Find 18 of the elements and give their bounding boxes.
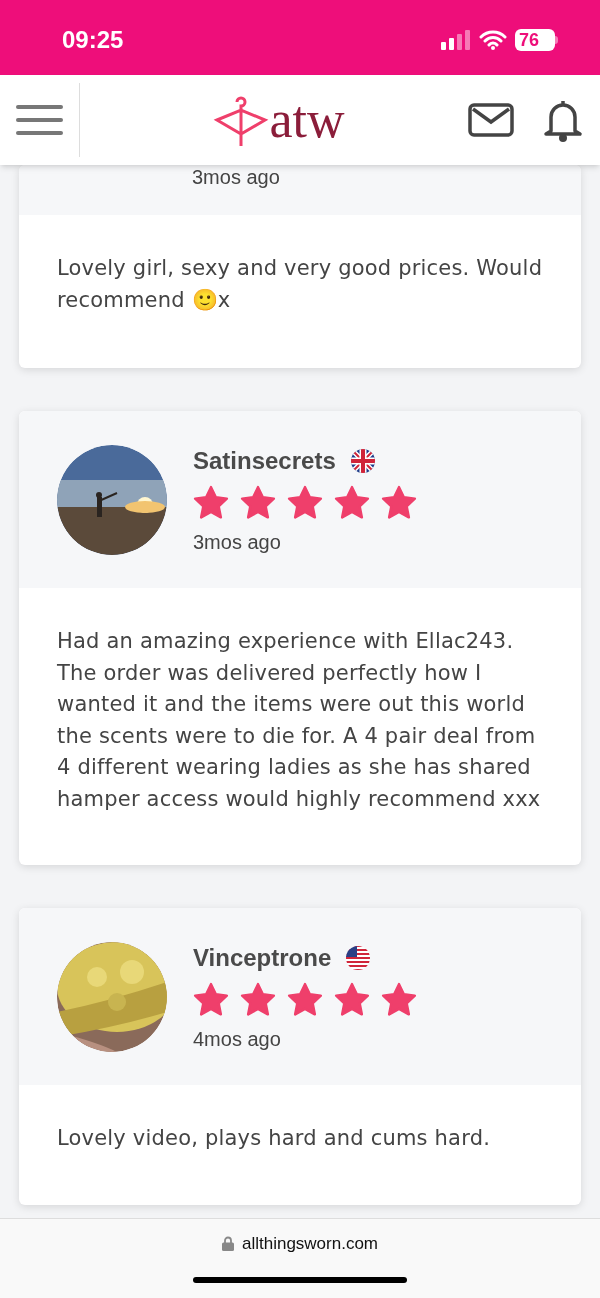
review-text: Lovely girl, sexy and very good prices. Would recommend 🙂x <box>57 255 543 314</box>
status-time: 09:25 <box>62 24 124 55</box>
wifi-icon <box>479 29 507 50</box>
logo-text: atw <box>269 90 345 150</box>
url-bar[interactable]: allthingsworn.com <box>221 1231 379 1257</box>
review-text: Lovely video, plays hard and cums hard. <box>57 1125 492 1152</box>
reviewer-name: Vinceptrone <box>193 942 332 973</box>
review-time: 3mos ago <box>192 166 280 188</box>
lock-icon <box>221 1236 234 1252</box>
review-time: 4mos ago <box>193 1026 282 1052</box>
mail-icon <box>468 103 514 137</box>
mail-button[interactable] <box>468 103 514 137</box>
battery-icon: 76 <box>515 28 558 51</box>
review-time: 3mos ago <box>193 529 282 555</box>
reviewer-name: Satinsecrets <box>193 445 336 476</box>
review-text: Had an amazing experience with Ellac243. The order was delivered perfectly how I wanted it and the items were out this world the scents were to die for. A 4 pair deal from 4 different wearing ladies as she has shared hamper access would highly recommend xxx <box>57 628 542 813</box>
url-text: allthingsworn.com <box>241 1233 379 1255</box>
signal-icon <box>441 29 471 50</box>
